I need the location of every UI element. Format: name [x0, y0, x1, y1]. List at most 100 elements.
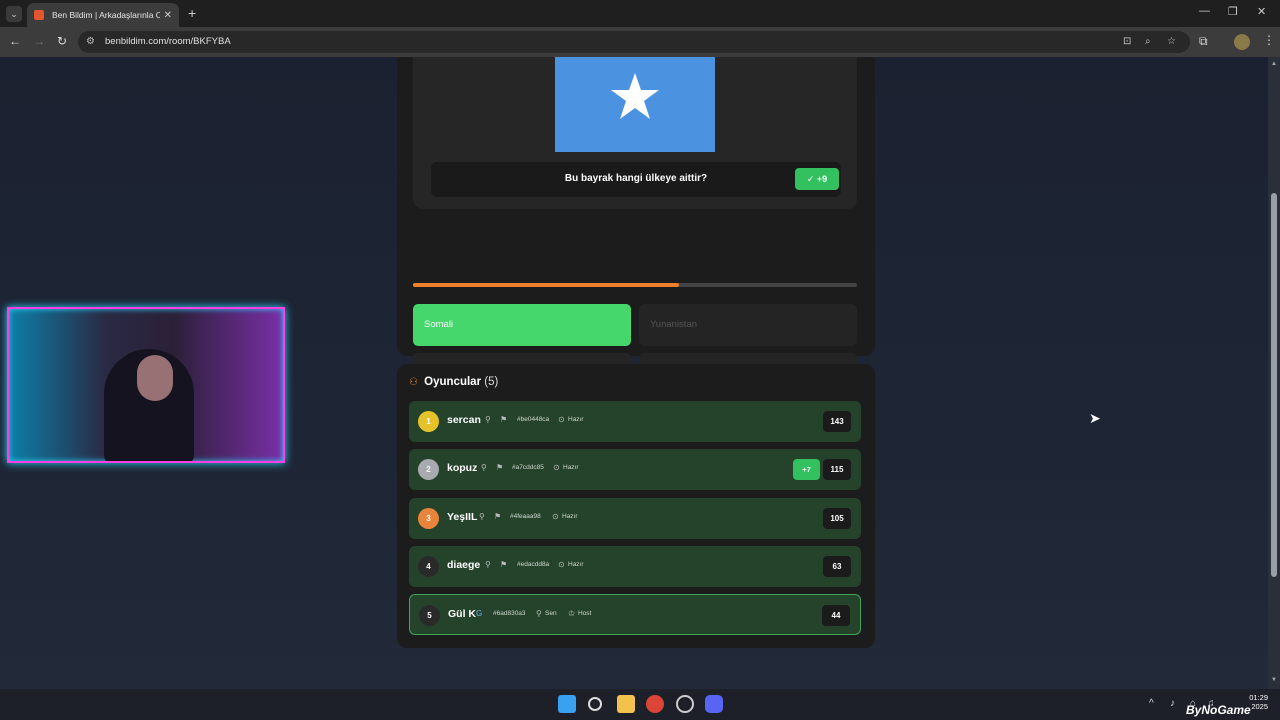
user-icon: ⚲	[536, 609, 542, 618]
player-name: sercan	[447, 414, 481, 426]
tab-search-button[interactable]: ⌄	[6, 6, 22, 22]
players-count: (5)	[484, 376, 499, 388]
profile-avatar[interactable]	[1234, 34, 1250, 50]
browser-toolbar: ← → ↻ ⚙ benbildim.com/room/BKFYBA ⊡ ⌕ ☆ …	[0, 27, 1280, 57]
player-name: Gül K	[448, 608, 476, 620]
player-row: 4 diaege ⚲ ⚑ #edacdd8a ⊙ Hazır 63	[409, 546, 861, 587]
scrollbar-thumb[interactable]	[1271, 193, 1277, 577]
rank-badge: 5	[419, 605, 440, 626]
answer-option-2[interactable]: Yunanistan	[639, 304, 857, 346]
points-gain-badge: +7	[793, 459, 820, 480]
player-status: Hazır	[568, 561, 584, 568]
player-status: Hazır	[562, 513, 578, 520]
player-id: #6ad830a3	[493, 610, 526, 617]
search-icon[interactable]	[588, 697, 602, 711]
close-window-button[interactable]: ✕	[1257, 5, 1266, 18]
minimize-button[interactable]: —	[1199, 5, 1210, 17]
player-row: 1 sercan ⚲ ⚑ #be0448ca ⊙ Hazır 143	[409, 401, 861, 442]
tray-chevron-icon[interactable]: ^	[1149, 698, 1154, 709]
player-points: 143	[823, 411, 851, 432]
rank-badge: 3	[418, 508, 439, 529]
pin-icon: ⚑	[500, 415, 508, 424]
user-icon: ⚲	[485, 415, 491, 424]
bookmark-star-icon[interactable]: ☆	[1167, 36, 1176, 47]
timer-progress-fill	[413, 283, 680, 287]
page-scrollbar[interactable]: ▲ ▼	[1268, 57, 1280, 689]
player-status: Hazır	[568, 416, 584, 423]
pin-icon: ⚑	[494, 512, 502, 521]
tab-close-icon[interactable]: ✕	[164, 10, 172, 21]
install-app-icon[interactable]: ⊡	[1123, 36, 1131, 47]
page-content: Bu bayrak hangi ülkeye aittir? ✓ +9 Soma…	[0, 57, 1280, 689]
zoom-icon[interactable]: ⌕	[1145, 36, 1151, 47]
extensions-icon[interactable]: ⧉	[1199, 34, 1208, 49]
timer-progress-bar	[413, 283, 857, 287]
player-points: 115	[823, 459, 851, 480]
pin-icon: ⚑	[496, 463, 504, 472]
rank-badge: 2	[418, 459, 439, 480]
question-panel: Bu bayrak hangi ülkeye aittir? ✓ +9	[413, 57, 857, 209]
new-tab-button[interactable]: +	[188, 5, 196, 21]
player-id: #a7cddc85	[512, 464, 544, 471]
player-points: 63	[823, 556, 851, 577]
user-icon: ⚲	[485, 560, 491, 569]
player-id: #edacdd8a	[517, 561, 550, 568]
microphone-icon[interactable]: ♪	[1170, 698, 1175, 709]
rank-badge: 1	[418, 411, 439, 432]
tab-title: Ben Bildim | Arkadaşlarınla Onli	[52, 10, 160, 20]
player-id: #be0448ca	[517, 416, 550, 423]
clock-time: 01:29	[1249, 693, 1268, 702]
streamer-face	[137, 355, 173, 401]
score-badge: ✓ +9	[795, 168, 839, 190]
player-row: 2 kopuz ⚲ ⚑ #a7cddc85 ⊙ Hazır +7 115	[409, 449, 861, 490]
user-icon: ⚲	[479, 512, 485, 521]
menu-kebab-icon[interactable]: ⋮	[1263, 33, 1275, 47]
player-row: 3 YeşIIL ⚲ ⚑ #4feaaa98 ⊙ Hazır 105	[409, 498, 861, 539]
player-name: diaege	[447, 559, 481, 571]
answer-option-1[interactable]: Somali	[413, 304, 631, 346]
check-circle-icon: ⊙	[558, 560, 565, 569]
scroll-down-icon[interactable]: ▼	[1271, 677, 1277, 683]
restore-button[interactable]: ❐	[1228, 5, 1238, 18]
player-status: Hazır	[563, 464, 579, 471]
check-circle-icon: ⊙	[558, 415, 565, 424]
scroll-up-icon[interactable]: ▲	[1271, 61, 1277, 67]
player-name: YeşIIL	[447, 511, 478, 523]
user-icon: ⚲	[481, 463, 487, 472]
check-circle-icon: ⊙	[552, 512, 559, 521]
quiz-card: Bu bayrak hangi ülkeye aittir? ✓ +9 Soma…	[397, 57, 875, 395]
check-circle-icon: ⊙	[553, 463, 560, 472]
rank-badge: 4	[418, 556, 439, 577]
player-points: 105	[823, 508, 851, 529]
url-text: benbildim.com/room/BKFYBA	[105, 36, 231, 47]
app-icon[interactable]	[676, 695, 694, 713]
player-id: #4feaaa98	[510, 513, 541, 520]
stream-watermark: ByNoGame	[1186, 703, 1251, 717]
crown-icon: ♔	[568, 609, 576, 618]
windows-taskbar: ^ ♪ ⌂ ♫ 01:29 2025 ByNoGame	[0, 689, 1280, 720]
address-bar[interactable]: ⚙ benbildim.com/room/BKFYBA ⊡ ⌕ ☆	[78, 31, 1190, 53]
player-row-self: 5 Gül K G #6ad830a3 ⚲ Sen ♔ Host 44	[409, 594, 861, 635]
windows-start-icon[interactable]	[558, 695, 576, 713]
file-explorer-icon[interactable]	[617, 695, 635, 713]
site-info-icon[interactable]: ⚙	[86, 36, 95, 47]
flag-image	[555, 57, 715, 152]
player-name: kopuz	[447, 462, 478, 474]
google-icon: G	[476, 609, 483, 618]
chrome-icon[interactable]	[646, 695, 664, 713]
users-icon: ⚇	[409, 377, 418, 388]
players-card: ⚇ Oyuncular (5) 1 sercan ⚲ ⚑ #be0448ca ⊙…	[397, 364, 875, 648]
player-status: Sen	[545, 610, 557, 617]
question-bar: Bu bayrak hangi ülkeye aittir? ✓ +9	[431, 162, 841, 197]
pin-icon: ⚑	[500, 560, 508, 569]
player-points: 44	[822, 605, 850, 626]
back-arrow-icon[interactable]: ←	[9, 34, 21, 48]
reload-icon[interactable]: ↻	[57, 34, 67, 48]
discord-icon[interactable]	[705, 695, 723, 713]
host-label: Host	[578, 610, 592, 617]
active-tab[interactable]: Ben Bildim | Arkadaşlarınla Onli ✕	[27, 3, 179, 27]
favicon-icon	[34, 10, 44, 20]
forward-arrow-icon[interactable]: →	[33, 34, 45, 48]
players-title: Oyuncular	[424, 376, 482, 388]
star-icon	[611, 73, 659, 119]
